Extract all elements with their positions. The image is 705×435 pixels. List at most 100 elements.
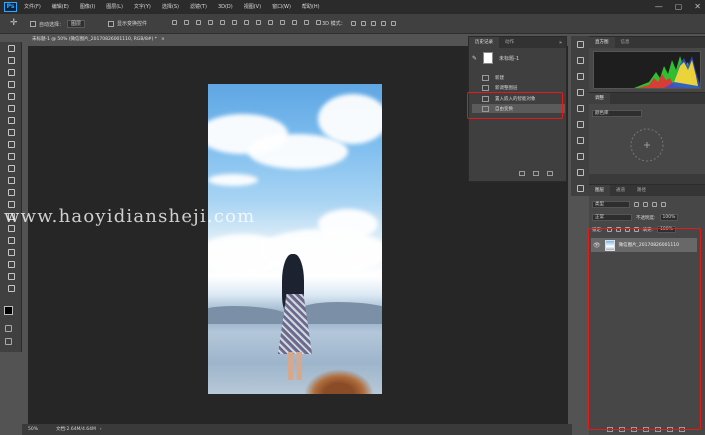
- marquee-tool[interactable]: [0, 54, 22, 66]
- tab-history[interactable]: 历史记录: [469, 37, 499, 48]
- brush-panel-icon[interactable]: [571, 180, 589, 196]
- eyedropper-tool[interactable]: [0, 102, 22, 114]
- status-menu-icon[interactable]: ›: [100, 424, 102, 435]
- clone-stamp-tool[interactable]: [0, 138, 22, 150]
- menu-file[interactable]: 文件(F): [24, 0, 41, 14]
- zoom-level[interactable]: 50%: [28, 424, 38, 435]
- document-photo[interactable]: [208, 84, 382, 394]
- more-tools[interactable]: [0, 282, 22, 294]
- distribute-right-icon[interactable]: [304, 20, 309, 25]
- history-brush-tool[interactable]: [0, 150, 22, 162]
- align-vcenter-icon[interactable]: [184, 20, 189, 25]
- menu-view[interactable]: 视图(V): [244, 0, 261, 14]
- arrow-icon: [7, 236, 15, 244]
- maximize-icon[interactable]: ▢: [675, 0, 683, 14]
- align-left-icon[interactable]: [208, 20, 213, 25]
- quick-mask-icon[interactable]: [5, 325, 12, 334]
- tab-info[interactable]: 信息: [615, 37, 636, 48]
- camera-snapshot-icon[interactable]: [533, 171, 539, 176]
- scale-3d-icon[interactable]: [390, 21, 396, 26]
- actions-panel-icon[interactable]: [571, 52, 589, 68]
- menu-type[interactable]: 文字(Y): [134, 0, 151, 14]
- distribute-top-icon[interactable]: [244, 20, 249, 25]
- gradient-tool[interactable]: [0, 174, 22, 186]
- eraser-icon: [7, 164, 15, 172]
- slide-3d-icon[interactable]: [380, 21, 386, 26]
- healing-brush-tool[interactable]: [0, 114, 22, 126]
- path-select-tool[interactable]: [0, 234, 22, 246]
- history-snapshot[interactable]: ✎ 未标题-1: [472, 52, 519, 64]
- move-tool-icon[interactable]: ✛: [10, 19, 18, 28]
- filter-type-icon[interactable]: [652, 202, 657, 207]
- align-top-icon[interactable]: [172, 20, 177, 25]
- align-bottom-icon[interactable]: [196, 20, 201, 25]
- menu-help[interactable]: 帮助(H): [302, 0, 320, 14]
- menu-edit[interactable]: 编辑(E): [52, 0, 69, 14]
- menu-image[interactable]: 图像(I): [80, 0, 95, 14]
- quick-select-tool[interactable]: [0, 78, 22, 90]
- rotate-3d-icon[interactable]: [350, 21, 356, 26]
- drag-3d-icon[interactable]: [370, 21, 376, 26]
- history-item-new[interactable]: 新建: [472, 73, 565, 82]
- show-transform-checkbox[interactable]: [108, 20, 114, 27]
- paragraph-panel-icon[interactable]: [571, 116, 589, 132]
- tab-channels[interactable]: 通道: [610, 185, 631, 196]
- auto-select-dropdown[interactable]: 图层: [67, 20, 86, 28]
- distribute-hcenter-icon[interactable]: [292, 20, 297, 25]
- lasso-tool[interactable]: [0, 66, 22, 78]
- auto-align-icon[interactable]: [316, 20, 321, 25]
- 3d-panel-icon[interactable]: [571, 164, 589, 180]
- tab-histogram[interactable]: 直方图: [589, 37, 615, 48]
- brush-tool[interactable]: [0, 126, 22, 138]
- zoom-tool[interactable]: [0, 270, 22, 282]
- menu-select[interactable]: 选择(S): [162, 0, 179, 14]
- filter-shape-icon[interactable]: [661, 202, 666, 207]
- history-item-adjustment[interactable]: 新调整图层: [472, 83, 565, 92]
- adjust-panel-icon[interactable]: [571, 84, 589, 100]
- opacity-input[interactable]: 100%: [659, 214, 679, 221]
- color-library-select[interactable]: 颜色库: [592, 110, 642, 117]
- menu-3d[interactable]: 3D(D): [218, 0, 233, 14]
- blend-mode-select[interactable]: 正常: [592, 214, 632, 221]
- minimize-icon[interactable]: —: [655, 0, 663, 14]
- menu-layer[interactable]: 图层(L): [106, 0, 123, 14]
- tab-layers[interactable]: 图层: [589, 185, 610, 196]
- document-tab[interactable]: 未标题-1 @ 50% (微信图片_20170826001110, RGB/8#…: [28, 34, 180, 46]
- blur-tool[interactable]: [0, 186, 22, 198]
- close-icon[interactable]: ✕: [694, 0, 701, 14]
- hand-tool[interactable]: [0, 258, 22, 270]
- document-tab-close-icon[interactable]: ×: [161, 34, 165, 46]
- move-tool[interactable]: [0, 42, 22, 54]
- filter-adjust-icon[interactable]: [643, 202, 648, 207]
- screen-mode-icon[interactable]: [5, 338, 12, 347]
- tab-adjust[interactable]: 调整: [589, 93, 610, 104]
- align-hcenter-icon[interactable]: [220, 20, 225, 25]
- foreground-color[interactable]: [4, 306, 13, 315]
- panel-collapse-icon[interactable]: »: [559, 40, 566, 46]
- distribute-left-icon[interactable]: [280, 20, 285, 25]
- swatch-panel-icon[interactable]: [571, 148, 589, 164]
- eraser-tool[interactable]: [0, 162, 22, 174]
- crop-tool[interactable]: [0, 90, 22, 102]
- distribute-vcenter-icon[interactable]: [256, 20, 261, 25]
- align-right-icon[interactable]: [232, 20, 237, 25]
- roll-3d-icon[interactable]: [360, 21, 366, 26]
- text-style-panel-icon[interactable]: [571, 132, 589, 148]
- filter-pixel-icon[interactable]: [634, 202, 639, 207]
- properties-panel-icon[interactable]: [571, 68, 589, 84]
- new-document-from-state-icon[interactable]: [519, 171, 525, 176]
- history-panel-icon[interactable]: [571, 36, 589, 52]
- menu-filter[interactable]: 滤镜(T): [190, 0, 207, 14]
- tab-actions[interactable]: 动作: [499, 37, 520, 48]
- shape-tool[interactable]: [0, 246, 22, 258]
- move-icon: [7, 44, 15, 52]
- character-panel-icon[interactable]: [571, 100, 589, 116]
- layer-filter-select[interactable]: 类型: [592, 201, 630, 208]
- document-icon: [482, 74, 489, 81]
- tab-paths[interactable]: 路径: [631, 185, 652, 196]
- show-transform-group: 显示变换控件: [108, 20, 147, 27]
- trash-icon[interactable]: [547, 171, 553, 176]
- auto-select-checkbox[interactable]: [30, 21, 36, 27]
- distribute-bottom-icon[interactable]: [268, 20, 273, 25]
- menu-window[interactable]: 窗口(W): [272, 0, 291, 14]
